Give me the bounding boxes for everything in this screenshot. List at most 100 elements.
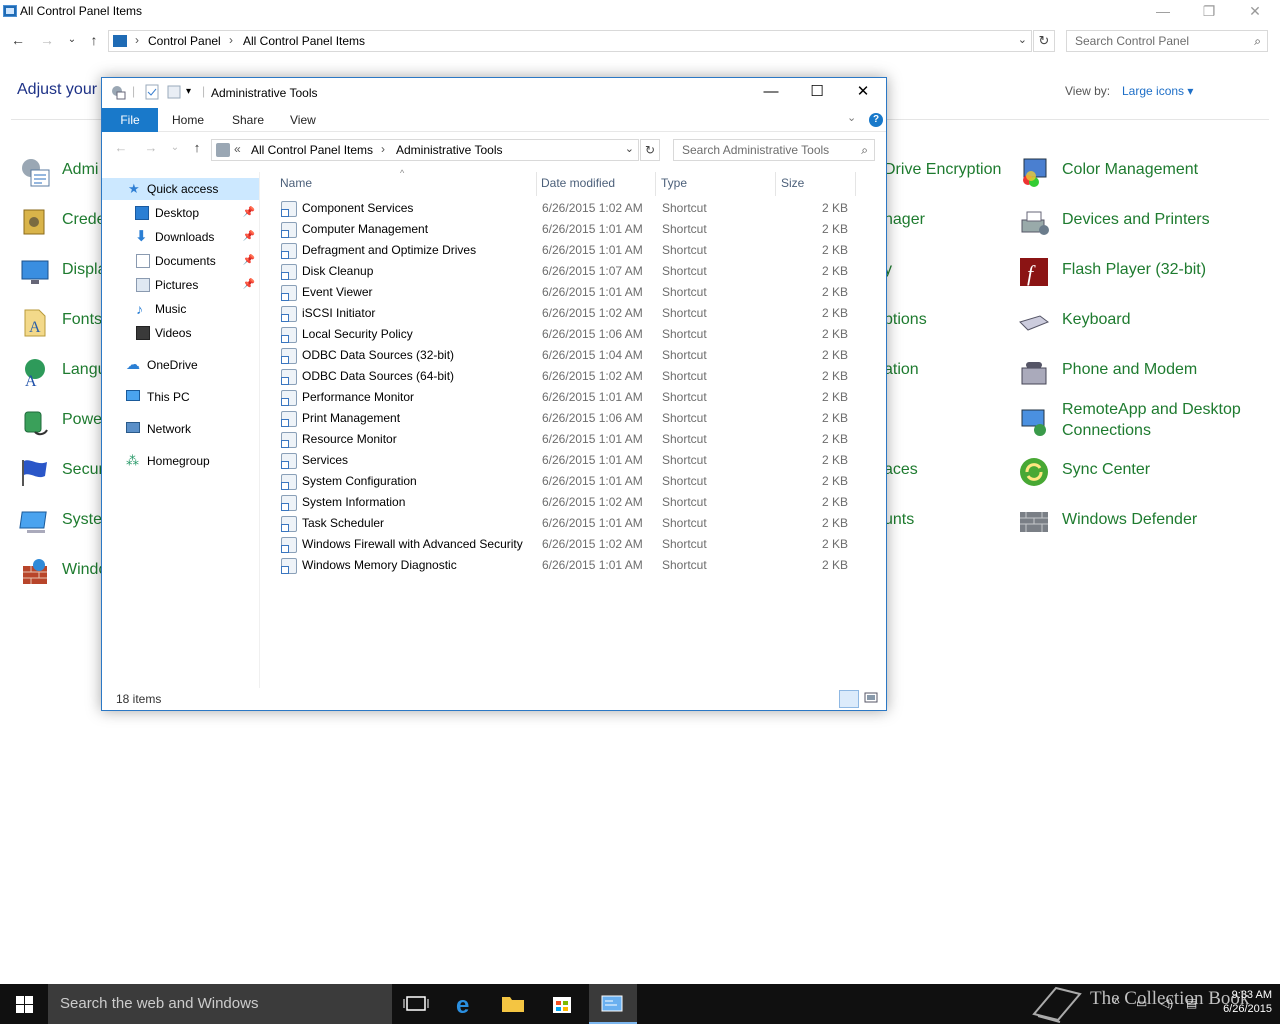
- cp-item-flash-player[interactable]: Flash Player (32-bit): [1062, 261, 1206, 279]
- cp-item-phone-modem[interactable]: Phone and Modem: [1062, 361, 1197, 379]
- breadcrumb-all-items[interactable]: All Control Panel Items: [251, 143, 373, 157]
- pin-icon[interactable]: 📌: [243, 226, 255, 248]
- devices-printers-icon[interactable]: [1018, 206, 1050, 238]
- table-row[interactable]: ODBC Data Sources (32-bit) 6/26/2015 1:04…: [274, 345, 856, 366]
- nav-onedrive[interactable]: ☁ OneDrive: [102, 354, 259, 376]
- start-button[interactable]: [0, 984, 48, 1024]
- cp-item-sync-center[interactable]: Sync Center: [1062, 461, 1150, 479]
- table-row[interactable]: Services 6/26/2015 1:01 AM Shortcut 2 KB: [274, 450, 856, 471]
- table-row[interactable]: Disk Cleanup 6/26/2015 1:07 AM Shortcut 2 K…: [274, 261, 856, 282]
- customize-qat-dropdown-icon[interactable]: ▾: [186, 86, 202, 102]
- column-header-size[interactable]: Size: [781, 176, 804, 190]
- tab-view[interactable]: View: [290, 108, 316, 132]
- fonts-icon[interactable]: A: [19, 306, 51, 338]
- at-forward-button[interactable]: →: [142, 139, 160, 157]
- tab-home[interactable]: Home: [172, 108, 204, 132]
- power-options-icon[interactable]: [19, 406, 51, 438]
- control-panel-taskbar-icon[interactable]: [589, 984, 637, 1024]
- cp-item-spaces[interactable]: aces: [884, 461, 918, 479]
- phone-modem-icon[interactable]: [1018, 356, 1050, 388]
- expand-ribbon-chevron-icon[interactable]: ⌄: [847, 111, 856, 124]
- cp-item-language[interactable]: Langu: [62, 361, 107, 379]
- credential-manager-icon[interactable]: [19, 206, 51, 238]
- table-row[interactable]: iSCSI Initiator 6/26/2015 1:02 AM Shortcut…: [274, 303, 856, 324]
- cp-minimize-button[interactable]: —: [1140, 0, 1186, 24]
- cp-item-keyboard[interactable]: Keyboard: [1062, 311, 1131, 329]
- cp-recent-dropdown-icon[interactable]: ⌄: [62, 30, 82, 50]
- pin-icon[interactable]: 📌: [243, 274, 255, 296]
- cp-item-devices-printers[interactable]: Devices and Printers: [1062, 211, 1210, 229]
- at-address-bar[interactable]: « All Control Panel Items › Administrati…: [211, 139, 639, 161]
- table-row[interactable]: Local Security Policy 6/26/2015 1:06 AM Sh…: [274, 324, 856, 345]
- nav-pictures[interactable]: Pictures 📌: [102, 274, 259, 296]
- at-search-input[interactable]: Search Administrative Tools ⌕: [673, 139, 875, 161]
- display-icon[interactable]: [19, 256, 51, 288]
- cp-item-credential[interactable]: Crede: [62, 211, 106, 229]
- details-view-button[interactable]: [839, 690, 859, 708]
- cp-item-manager[interactable]: nager: [884, 211, 925, 229]
- cp-item-display[interactable]: Displa: [62, 261, 106, 279]
- table-row[interactable]: System Information 6/26/2015 1:02 AM Short…: [274, 492, 856, 513]
- cp-item-options[interactable]: ptions: [884, 311, 927, 329]
- table-row[interactable]: Defragment and Optimize Drives 6/26/2015 …: [274, 240, 856, 261]
- at-refresh-button[interactable]: ↻: [640, 139, 660, 161]
- system-icon[interactable]: [19, 506, 51, 538]
- cp-item-color-management[interactable]: Color Management: [1062, 161, 1198, 179]
- breadcrumb-all-items[interactable]: All Control Panel Items: [243, 34, 365, 48]
- cp-item-security[interactable]: Secur: [62, 461, 104, 479]
- column-header-type[interactable]: Type: [661, 176, 687, 190]
- tab-share[interactable]: Share: [232, 108, 264, 132]
- clock[interactable]: 9:33 AM 6/26/2015: [1206, 988, 1272, 1016]
- cp-back-button[interactable]: ←: [8, 30, 28, 50]
- tab-file[interactable]: File: [102, 108, 158, 132]
- table-row[interactable]: Print Management 6/26/2015 1:06 AM Shortcu…: [274, 408, 856, 429]
- cp-item-remoteapp[interactable]: RemoteApp and Desktop: [1062, 401, 1241, 419]
- table-row[interactable]: Windows Firewall with Advanced Security 6…: [274, 534, 856, 555]
- column-header-date[interactable]: Date modified: [541, 176, 615, 190]
- cp-item-fonts[interactable]: Fonts: [62, 311, 102, 329]
- chevron-down-icon[interactable]: ⌄: [625, 142, 634, 155]
- cp-forward-button[interactable]: →: [37, 30, 57, 50]
- breadcrumb-administrative-tools[interactable]: Administrative Tools: [396, 143, 503, 157]
- large-icons-view-button[interactable]: [862, 690, 882, 708]
- help-icon[interactable]: ?: [869, 113, 883, 127]
- security-flag-icon[interactable]: [19, 456, 51, 488]
- at-close-button[interactable]: ✕: [840, 78, 886, 108]
- table-row[interactable]: Component Services 6/26/2015 1:02 AM Short…: [274, 198, 856, 219]
- keyboard-icon[interactable]: [1018, 306, 1050, 338]
- column-divider[interactable]: [536, 172, 537, 196]
- remoteapp-icon[interactable]: [1018, 406, 1050, 438]
- nav-desktop[interactable]: Desktop 📌: [102, 202, 259, 224]
- nav-music[interactable]: ♪ Music: [102, 298, 259, 320]
- administrative-tools-icon[interactable]: [19, 156, 51, 188]
- table-row[interactable]: Performance Monitor 6/26/2015 1:01 AM Shor…: [274, 387, 856, 408]
- at-up-button[interactable]: ↑: [188, 139, 206, 157]
- new-folder-icon[interactable]: [166, 84, 182, 100]
- nav-documents[interactable]: Documents 📌: [102, 250, 259, 272]
- cp-address-bar[interactable]: › Control Panel › All Control Panel Item…: [108, 30, 1032, 52]
- cp-close-button[interactable]: ✕: [1232, 0, 1278, 24]
- cp-restore-button[interactable]: ❐: [1186, 0, 1232, 24]
- pin-icon[interactable]: 📌: [243, 202, 255, 224]
- table-row[interactable]: Task Scheduler 6/26/2015 1:01 AM Shortcut 2…: [274, 513, 856, 534]
- store-icon[interactable]: [538, 984, 586, 1024]
- column-divider[interactable]: [775, 172, 776, 196]
- edge-browser-icon[interactable]: e: [441, 984, 489, 1024]
- show-hidden-icons-icon[interactable]: ^: [1114, 996, 1120, 1010]
- cp-item-remoteapp-line2[interactable]: Connections: [1062, 422, 1151, 440]
- cp-search-input[interactable]: Search Control Panel ⌕: [1066, 30, 1268, 52]
- at-recent-dropdown-icon[interactable]: ⌄: [166, 139, 184, 157]
- task-view-button[interactable]: [392, 984, 440, 1024]
- cp-refresh-button[interactable]: ↻: [1033, 30, 1055, 52]
- language-icon[interactable]: A: [19, 356, 51, 390]
- table-row[interactable]: Event Viewer 6/26/2015 1:01 AM Shortcut 2 K…: [274, 282, 856, 303]
- cp-item-power[interactable]: Powe: [62, 411, 102, 429]
- firewall-icon[interactable]: [19, 556, 51, 588]
- table-row[interactable]: Windows Memory Diagnostic 6/26/2015 1:01 …: [274, 555, 856, 576]
- network-status-icon[interactable]: ▭: [1136, 996, 1147, 1010]
- nav-network[interactable]: Network: [102, 418, 259, 440]
- table-row[interactable]: Computer Management 6/26/2015 1:01 AM Shor…: [274, 219, 856, 240]
- properties-icon[interactable]: [144, 84, 160, 100]
- color-management-icon[interactable]: [1018, 156, 1050, 188]
- column-header-name[interactable]: Name: [280, 176, 312, 190]
